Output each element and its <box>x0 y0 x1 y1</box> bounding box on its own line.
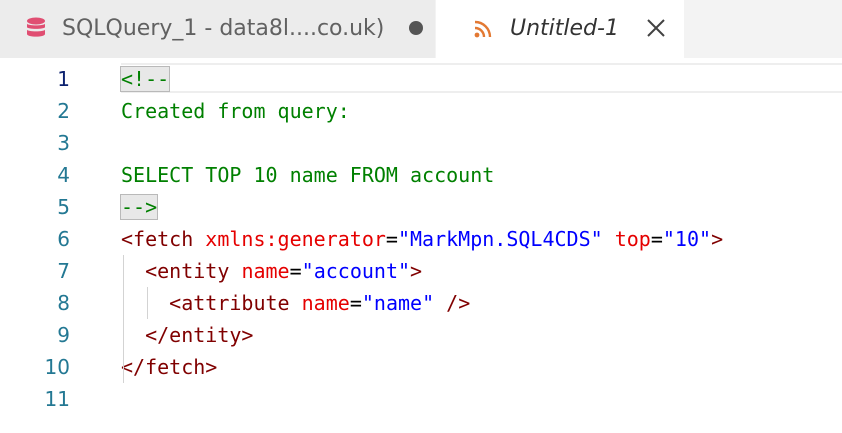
line-number: 5 <box>57 195 70 219</box>
code-line: 6 <fetch xmlns:generator="MarkMpn.SQL4CD… <box>0 223 842 255</box>
line-content: </fetch> <box>121 351 217 383</box>
xml-tag-open: <fetch <box>121 227 194 251</box>
line-number: 9 <box>57 323 70 347</box>
line-content: --> <box>119 191 159 223</box>
xml-tag-close: > <box>711 227 724 251</box>
line-number: 4 <box>57 163 70 187</box>
tab-label: SQLQuery_1 - data8l....co.uk) <box>62 16 385 41</box>
indent-guide <box>123 255 124 383</box>
comment-text: SELECT TOP 10 name FROM account <box>121 163 495 187</box>
database-icon <box>27 17 45 37</box>
close-icon[interactable] <box>646 18 666 38</box>
line-number: 10 <box>44 355 70 379</box>
code-line: 3 <box>0 127 842 159</box>
code-line: 4 SELECT TOP 10 name FROM account <box>0 159 842 191</box>
current-line-highlight <box>121 63 842 93</box>
line-content: Created from query: <box>121 95 350 127</box>
xml-equals: = <box>349 291 362 315</box>
indent-guide <box>147 287 148 319</box>
comment-text: Created from query: <box>121 99 350 123</box>
xml-value: "10" <box>662 227 712 251</box>
line-content: <fetch xmlns:generator="MarkMpn.SQL4CDS"… <box>121 223 723 255</box>
xml-equals: = <box>385 227 398 251</box>
code-line: 1 <!-- <box>0 63 842 95</box>
editor-window: SQLQuery_1 - data8l....co.uk) Untitled-1… <box>0 0 842 433</box>
xml-tag-close: > <box>410 259 423 283</box>
xml-attribute: xmlns:generator <box>205 227 386 251</box>
comment-close: --> <box>119 194 159 220</box>
xml-tag-end: </fetch> <box>121 355 218 379</box>
line-number: 1 <box>57 67 70 91</box>
line-content: <!-- <box>119 63 171 95</box>
tab-label: Untitled-1 <box>510 16 619 41</box>
xml-tag-open: <attribute <box>169 291 290 315</box>
line-content: SELECT TOP 10 name FROM account <box>121 159 494 191</box>
line-number: 2 <box>57 99 70 123</box>
line-content: <entity name="account"> <box>121 255 422 287</box>
tab-sqlquery[interactable]: SQLQuery_1 - data8l....co.uk) <box>0 0 436 58</box>
code-line: 11 <box>0 383 842 415</box>
xml-attribute: top <box>614 227 651 251</box>
xml-attribute: name <box>301 291 350 315</box>
code-line: 7 <entity name="account"> <box>0 255 842 287</box>
line-content: <attribute name="name" /> <box>121 287 470 319</box>
xml-tag-end: </entity> <box>145 323 254 347</box>
code-line: 8 <attribute name="name" /> <box>0 287 842 319</box>
xml-tag-open: <entity <box>145 259 230 283</box>
xml-attribute: name <box>241 259 290 283</box>
xml-equals: = <box>650 227 663 251</box>
code-line: 10 </fetch> <box>0 351 842 383</box>
line-number: 7 <box>57 259 70 283</box>
xml-value: "MarkMpn.SQL4CDS" <box>397 227 603 251</box>
xml-value: "account" <box>301 259 411 283</box>
line-content: </entity> <box>121 319 253 351</box>
code-line: 9 </entity> <box>0 319 842 351</box>
unsaved-dot-icon[interactable] <box>409 21 423 35</box>
code-line: 5 --> <box>0 191 842 223</box>
code-editor[interactable]: 1 <!-- 2 Created from query: 3 4 SELECT … <box>0 58 842 433</box>
line-number: 6 <box>57 227 70 251</box>
xml-equals: = <box>289 259 302 283</box>
code-line: 2 Created from query: <box>0 95 842 127</box>
line-number: 3 <box>57 131 70 155</box>
xml-tag-close: /> <box>446 291 471 315</box>
tab-bar: SQLQuery_1 - data8l....co.uk) Untitled-1 <box>0 0 842 58</box>
rss-icon <box>474 20 492 38</box>
line-number: 8 <box>57 291 70 315</box>
comment-open: <!-- <box>119 66 171 92</box>
xml-value: "name" <box>361 291 435 315</box>
line-number: 11 <box>44 387 70 411</box>
